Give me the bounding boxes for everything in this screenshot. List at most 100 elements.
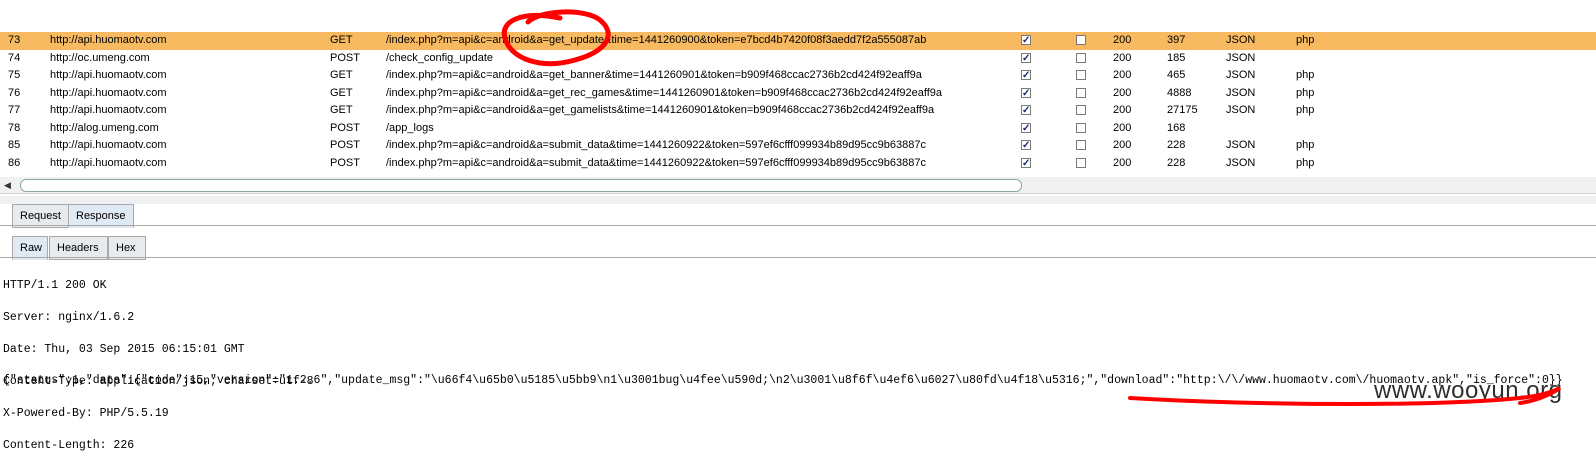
params-checkbox[interactable] (1021, 120, 1031, 137)
scroll-left-icon[interactable]: ◀ (4, 177, 11, 193)
row-url: /index.php?m=api&c=android&a=get_gamelis… (386, 104, 935, 116)
row-host: http://api.huomaotv.com (50, 139, 167, 151)
table-row[interactable]: 74 http://oc.umeng.com POST/check_config_u… (0, 50, 1596, 68)
row-extension: php (1296, 86, 1315, 99)
row-number: 75 (8, 69, 21, 81)
table-row[interactable]: 78 http://alog.umeng.com POST/app_logs 200 1… (0, 120, 1596, 138)
table-row[interactable]: 77 http://api.huomaotv.com GET/index.php?m… (0, 102, 1596, 120)
edited-checkbox[interactable] (1076, 122, 1086, 133)
table-row[interactable]: 75 http://api.huomaotv.com GET/index.php?m… (0, 67, 1596, 85)
split-divider[interactable] (0, 196, 1596, 204)
row-method: GET (330, 69, 353, 81)
row-length: 397 (1167, 34, 1186, 46)
row-extension: php (1296, 69, 1315, 81)
row-mime: JSON (1226, 156, 1256, 169)
row-status: 200 (1113, 121, 1132, 134)
row-length: 228 (1167, 156, 1186, 169)
row-url: /index.php?m=api&c=android&a=submit_data… (386, 156, 926, 169)
row-host: http://api.huomaotv.com (50, 86, 167, 99)
row-method: GET (330, 34, 353, 46)
edited-checkbox[interactable] (1076, 52, 1086, 63)
row-method: POST (330, 121, 360, 134)
row-mime: JSON (1226, 69, 1256, 81)
params-checkbox[interactable] (1021, 102, 1031, 120)
row-mime: JSON (1226, 139, 1256, 151)
row-method: GET (330, 86, 353, 99)
edited-checkbox[interactable] (1076, 35, 1086, 45)
proxy-history-table[interactable]: 73 http://api.huomaotv.com GET/index.php?m… (0, 32, 1596, 172)
header-line: Date: Thu, 03 Sep 2015 06:15:01 GMT (3, 343, 245, 356)
row-number: 76 (8, 86, 21, 99)
edited-checkbox[interactable] (1076, 70, 1086, 80)
row-length: 228 (1167, 139, 1186, 151)
row-number: 78 (8, 121, 21, 134)
row-extension: php (1296, 104, 1315, 116)
row-length: 27175 (1167, 104, 1198, 116)
table-header-strip (0, 0, 1596, 32)
edited-checkbox[interactable] (1076, 87, 1086, 98)
row-number: 85 (8, 139, 21, 151)
params-checkbox[interactable] (1021, 67, 1031, 85)
watermark: www.wooyun.org (1374, 377, 1563, 404)
edited-checkbox[interactable] (1076, 140, 1086, 150)
row-url: /index.php?m=api&c=android&a=get_banner&… (386, 69, 922, 81)
row-method: POST (330, 156, 360, 169)
row-method: POST (330, 139, 360, 151)
row-status: 200 (1113, 104, 1132, 116)
row-status: 200 (1113, 51, 1132, 64)
params-checkbox[interactable] (1021, 137, 1031, 155)
params-checkbox[interactable] (1021, 50, 1031, 67)
row-length: 465 (1167, 69, 1186, 81)
row-host: http://api.huomaotv.com (50, 156, 167, 169)
table-row[interactable]: 86 http://api.huomaotv.com POST/index.php?… (0, 155, 1596, 173)
header-line: HTTP/1.1 200 OK (3, 279, 107, 292)
params-checkbox[interactable] (1021, 32, 1031, 50)
params-checkbox[interactable] (1021, 85, 1031, 102)
row-length: 168 (1167, 121, 1186, 134)
tab-baseline (0, 225, 1596, 226)
row-mime: JSON (1226, 51, 1256, 64)
header-line: Content-Length: 226 (3, 439, 135, 452)
row-url: /check_config_update (386, 51, 494, 64)
row-url: /index.php?m=api&c=android&a=submit_data… (386, 139, 926, 151)
horizontal-scrollbar[interactable]: ◀ (0, 177, 1596, 194)
row-url: /index.php?m=api&c=android&a=get_rec_gam… (386, 86, 943, 99)
edited-checkbox[interactable] (1076, 157, 1086, 168)
row-url: /index.php?m=api&c=android&a=get_update&… (386, 34, 927, 46)
row-length: 4888 (1167, 86, 1192, 99)
row-method: GET (330, 104, 353, 116)
header-line: Server: nginx/1.6.2 (3, 311, 135, 324)
row-number: 73 (8, 34, 21, 46)
row-host: http://alog.umeng.com (50, 121, 159, 134)
response-headers: HTTP/1.1 200 OK Server: nginx/1.6.2 Date… (3, 262, 314, 470)
row-status: 200 (1113, 86, 1132, 99)
row-status: 200 (1113, 69, 1132, 81)
row-host: http://oc.umeng.com (50, 51, 150, 64)
table-row[interactable]: 73 http://api.huomaotv.com GET/index.php?m… (0, 32, 1596, 50)
row-number: 86 (8, 156, 21, 169)
row-number: 74 (8, 51, 21, 64)
scrollbar-thumb[interactable] (20, 179, 1022, 192)
row-mime: JSON (1226, 34, 1256, 46)
row-extension: php (1296, 34, 1315, 46)
table-row[interactable]: 85 http://api.huomaotv.com POST/index.php?… (0, 137, 1596, 155)
subtab-baseline (0, 257, 1596, 258)
row-mime: JSON (1226, 104, 1256, 116)
params-checkbox[interactable] (1021, 155, 1031, 172)
header-line: X-Powered-By: PHP/5.5.19 (3, 407, 169, 420)
row-host: http://api.huomaotv.com (50, 104, 167, 116)
row-url: /app_logs (386, 121, 434, 134)
row-extension: php (1296, 156, 1315, 169)
row-number: 77 (8, 104, 21, 116)
row-extension: php (1296, 139, 1315, 151)
table-row[interactable]: 76 http://api.huomaotv.com GET/index.php?m… (0, 85, 1596, 103)
row-status: 200 (1113, 34, 1132, 46)
edited-checkbox[interactable] (1076, 105, 1086, 115)
row-status: 200 (1113, 156, 1132, 169)
row-mime: JSON (1226, 86, 1256, 99)
row-method: POST (330, 51, 360, 64)
response-body: {"status":1,"data":{"code":15,"version":… (3, 374, 1563, 387)
row-length: 185 (1167, 51, 1186, 64)
row-host: http://api.huomaotv.com (50, 69, 167, 81)
row-status: 200 (1113, 139, 1132, 151)
